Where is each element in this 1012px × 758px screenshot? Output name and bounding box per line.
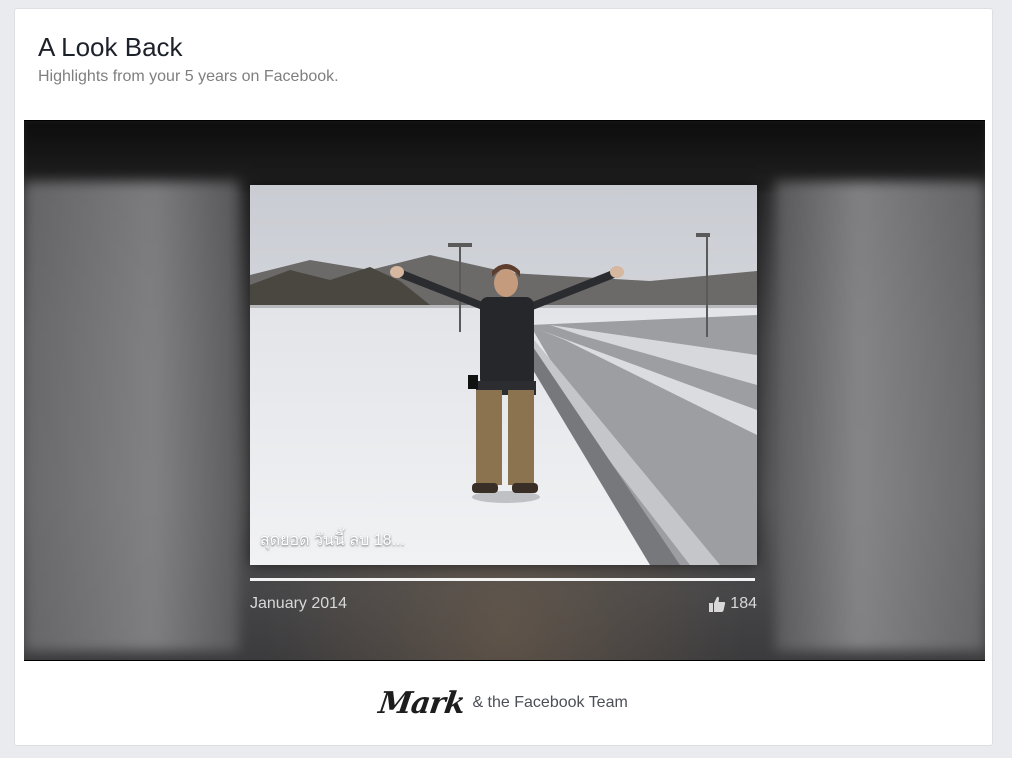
like-count[interactable]: 184: [708, 595, 757, 613]
video-blur-left: [24, 181, 239, 651]
page-subtitle: Highlights from your 5 years on Facebook…: [38, 68, 339, 85]
highlight-photo[interactable]: สุดยอด วันนี้ ลบ 18...: [250, 185, 757, 565]
video-progress-track[interactable]: [250, 578, 755, 581]
video-blur-right: [775, 181, 985, 651]
post-date: January 2014: [250, 595, 347, 612]
like-count-value: 184: [730, 595, 757, 612]
snow-platform-photo: [250, 185, 757, 565]
video-player[interactable]: สุดยอด วันนี้ ลบ 18... January 2014 184: [24, 120, 985, 661]
signoff-text: & the Facebook Team: [472, 694, 628, 711]
page-title: A Look Back: [38, 32, 183, 62]
photo-caption: สุดยอด วันนี้ ลบ 18...: [260, 532, 405, 549]
video-progress-fill: [250, 578, 755, 581]
look-back-card: A Look Back Highlights from your 5 years…: [14, 8, 993, 746]
thumbs-up-icon: [708, 595, 726, 613]
card-footer: Mark & the Facebook Team: [15, 659, 992, 747]
mark-signature: Mark: [376, 685, 467, 721]
